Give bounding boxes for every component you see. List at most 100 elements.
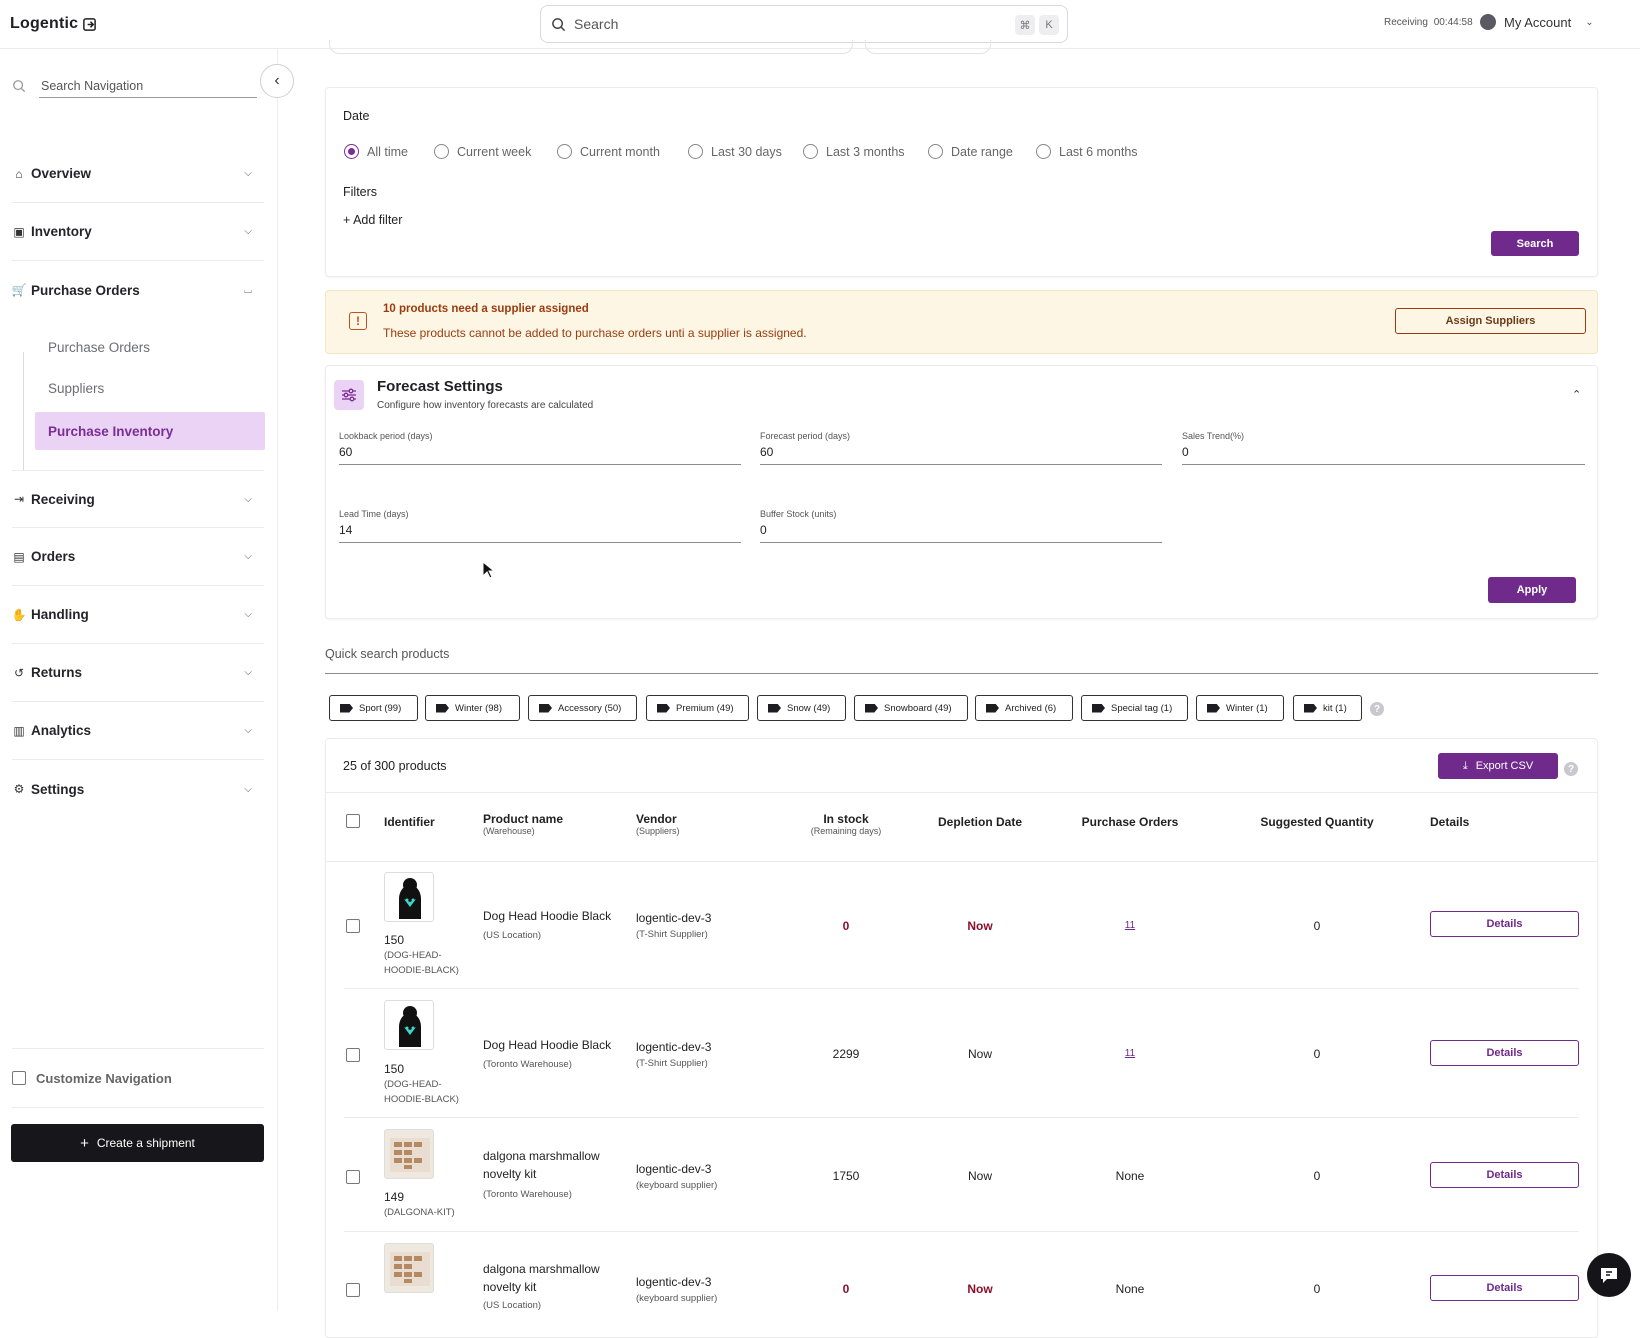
search-icon [13, 80, 26, 93]
vendor-name: logentic-dev-3 [636, 1275, 712, 1289]
header-vendor[interactable]: Vendor (Suppliers) [636, 812, 680, 836]
global-search-input[interactable]: Search ⌘ K [540, 5, 1068, 43]
purchase-orders-link[interactable]: 11 [1070, 920, 1190, 931]
export-label: Export CSV [1475, 760, 1534, 772]
receiving-label: Receiving [1384, 17, 1428, 28]
product-thumbnail[interactable] [384, 872, 434, 922]
header-stock[interactable]: In stock (Remaining days) [790, 812, 902, 836]
radio-last-6-months[interactable]: Last 6 months [1036, 144, 1138, 159]
lead-time-field[interactable]: Lead Time (days) 14 [339, 509, 741, 543]
tag-chip[interactable]: Special tag (1) [1081, 695, 1188, 721]
product-name[interactable]: dalgona marshmallow [483, 1262, 600, 1276]
download-icon: ⤓ [1462, 759, 1468, 772]
radio-current-month[interactable]: Current month [557, 144, 660, 159]
select-all-checkbox[interactable] [346, 814, 360, 828]
customize-checkbox[interactable] [12, 1071, 26, 1085]
sidebar-item-suppliers[interactable]: Suppliers [35, 369, 265, 407]
product-thumbnail[interactable] [384, 1000, 434, 1050]
suggested-quantity: 0 [1313, 919, 1321, 933]
tag-chip[interactable]: Snow (49) [757, 695, 846, 721]
help-icon[interactable]: ? [1564, 762, 1578, 776]
nav-search-input[interactable]: Search Navigation [12, 74, 257, 98]
details-button[interactable]: Details [1430, 1040, 1579, 1066]
radio-label: All time [367, 144, 408, 159]
tag-chip[interactable]: Premium (49) [646, 695, 749, 721]
product-name-line2[interactable]: novelty kit [483, 1167, 536, 1181]
help-icon[interactable]: ? [1370, 702, 1384, 716]
details-button[interactable]: Details [1430, 1162, 1579, 1188]
tag-chip[interactable]: Winter (1) [1196, 695, 1284, 721]
row-checkbox[interactable] [346, 1283, 360, 1297]
tag-chip[interactable]: Accessory (50) [528, 695, 637, 721]
nav-inventory[interactable]: ▣ Inventory ⌵ [12, 203, 264, 261]
header-product[interactable]: Product name (Warehouse) [483, 812, 563, 836]
create-shipment-button[interactable]: + Create a shipment [11, 1124, 264, 1162]
nav-overview[interactable]: ⌂ Overview ⌵ [12, 145, 264, 203]
tag-label: kit (1) [1323, 702, 1347, 714]
chevron-up-icon: ⌴ [244, 284, 252, 296]
nav-purchase-orders[interactable]: 🛒 Purchase Orders ⌴ [12, 261, 264, 319]
product-name[interactable]: dalgona marshmallow [483, 1149, 600, 1163]
nav-receiving[interactable]: ⇥ Receiving ⌵ [12, 470, 264, 528]
header-suggested[interactable]: Suggested Quantity [1240, 815, 1394, 829]
sidebar: Search Navigation ‹ ⌂ Overview ⌵ ▣ Inven… [0, 49, 294, 1311]
details-button[interactable]: Details [1430, 911, 1579, 937]
tag-chip[interactable]: Archived (6) [975, 695, 1073, 721]
row-checkbox[interactable] [346, 919, 360, 933]
header-purchase-orders[interactable]: Purchase Orders [1070, 815, 1190, 829]
nav-analytics[interactable]: ▥ Analytics ⌵ [12, 702, 264, 760]
brand-logo[interactable]: Logentic [10, 15, 97, 33]
sidebar-item-purchase-orders[interactable]: Purchase Orders [35, 328, 265, 366]
nav-handling[interactable]: ✋ Handling ⌵ [12, 586, 264, 644]
radio-all-time[interactable]: All time [344, 144, 408, 159]
divider [325, 861, 1598, 862]
product-thumbnail[interactable] [384, 1243, 434, 1293]
tag-chip[interactable]: Sport (99) [329, 695, 418, 721]
tag-chip[interactable]: kit (1) [1293, 695, 1362, 721]
customize-navigation[interactable]: Customize Navigation [12, 1048, 264, 1108]
header-depletion[interactable]: Depletion Date [920, 815, 1040, 829]
product-name-line2[interactable]: novelty kit [483, 1280, 536, 1294]
radio-label: Last 6 months [1059, 144, 1138, 159]
radio-last-30-days[interactable]: Last 30 days [688, 144, 782, 159]
row-checkbox[interactable] [346, 1170, 360, 1184]
chat-support-button[interactable] [1587, 1253, 1631, 1297]
sidebar-item-purchase-inventory[interactable]: Purchase Inventory [35, 412, 265, 450]
sales-trend-field[interactable]: Sales Trend(%) 0 [1182, 431, 1585, 465]
global-search-placeholder: Search [574, 16, 619, 32]
lookback-field[interactable]: Lookback period (days) 60 [339, 431, 741, 465]
nav-settings[interactable]: ⚙ Settings ⌵ [12, 760, 264, 818]
details-button[interactable]: Details [1430, 1275, 1579, 1301]
product-name[interactable]: Dog Head Hoodie Black [483, 909, 611, 923]
warehouse-name: (US Location) [483, 1300, 542, 1311]
header-identifier[interactable]: Identifier [384, 815, 435, 829]
product-thumbnail[interactable] [384, 1129, 434, 1179]
field-label: Buffer Stock (units) [760, 509, 837, 519]
purchase-orders-link[interactable]: 11 [1070, 1048, 1190, 1059]
scrolled-field-edge [329, 40, 853, 54]
add-filter-button[interactable]: + Add filter [343, 213, 402, 227]
buffer-stock-field[interactable]: Buffer Stock (units) 0 [760, 509, 1162, 543]
suggested-quantity: 0 [1313, 1169, 1321, 1183]
receiving-timer[interactable]: Receiving 00:44:58 [1384, 17, 1473, 28]
assign-suppliers-button[interactable]: Assign Suppliers [1395, 308, 1586, 334]
product-name[interactable]: Dog Head Hoodie Black [483, 1038, 611, 1052]
account-menu[interactable]: My Account ⌄ [1480, 14, 1594, 30]
apply-button[interactable]: Apply [1488, 577, 1576, 603]
tag-chip[interactable]: Snowboard (49) [854, 695, 968, 721]
collapse-sidebar-button[interactable]: ‹ [260, 64, 294, 98]
nav-returns[interactable]: ↺ Returns ⌵ [12, 644, 264, 702]
radio-current-week[interactable]: Current week [434, 144, 531, 159]
radio-last-3-months[interactable]: Last 3 months [803, 144, 905, 159]
radio-date-range[interactable]: Date range [928, 144, 1013, 159]
tag-chip[interactable]: Winter (98) [425, 695, 520, 721]
export-csv-button[interactable]: ⤓ Export CSV [1438, 753, 1558, 779]
nav-orders[interactable]: ▤ Orders ⌵ [12, 528, 264, 586]
forecast-period-field[interactable]: Forecast period (days) 60 [760, 431, 1162, 465]
field-label: Forecast period (days) [760, 431, 851, 441]
quick-search-input[interactable]: Quick search products [325, 646, 1598, 674]
stock-value: 1750 [832, 1169, 860, 1183]
row-checkbox[interactable] [346, 1048, 360, 1062]
search-button[interactable]: Search [1491, 231, 1579, 256]
chevron-up-icon[interactable]: ⌃ [1572, 388, 1581, 401]
